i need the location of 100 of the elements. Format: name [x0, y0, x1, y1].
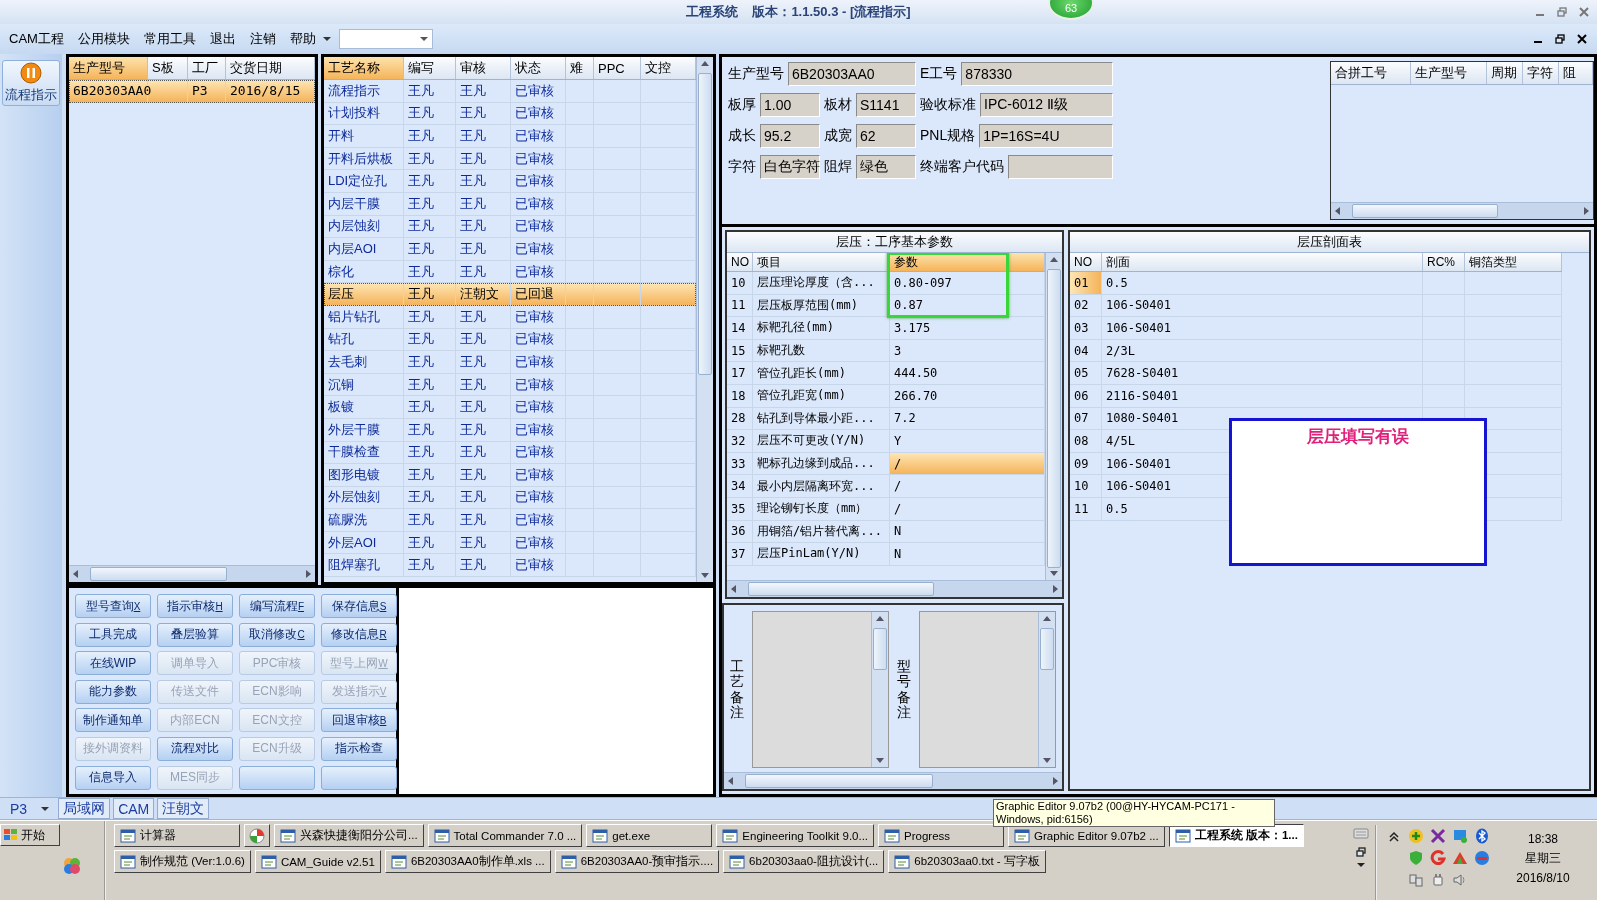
taskbar-button[interactable]: Engineering Toolkit 9.0...	[716, 824, 875, 847]
taskbar-button[interactable]: Total Commander 7.0 ...	[427, 824, 583, 847]
status-tab[interactable]: 汪朝文	[157, 798, 210, 819]
action-button[interactable]: 取消修改C	[239, 622, 315, 647]
table-cell[interactable]: 11	[1070, 497, 1102, 520]
column-header[interactable]: 周期	[1487, 62, 1523, 84]
taskbar-button[interactable]: 6b20303aa0-阻抗设计(...	[723, 850, 885, 873]
column-header[interactable]: RC%	[1423, 253, 1465, 271]
table-row[interactable]: 沉铜 王凡 王凡 已审核	[324, 373, 696, 397]
table-row[interactable]: 流程指示 王凡 王凡 已审核	[324, 80, 696, 103]
action-button[interactable]: 在线WIP	[75, 651, 151, 676]
table-row[interactable]: 干膜检查 王凡 王凡 已审核	[324, 441, 696, 465]
column-header[interactable]: 字符	[1523, 62, 1559, 84]
column-header[interactable]: 交货日期	[226, 57, 315, 79]
table-cell[interactable]: 10	[1070, 475, 1102, 497]
input-field[interactable]: 白色字符	[760, 155, 820, 179]
input-field[interactable]: 绿色	[856, 155, 916, 179]
action-button[interactable]: 编写流程F	[239, 594, 315, 618]
table-cell[interactable]: 08	[1070, 430, 1102, 452]
input-field[interactable]: 1.00	[760, 93, 820, 117]
input-field[interactable]: 95.2	[760, 124, 820, 148]
table-row[interactable]: 外层干膜 王凡 王凡 已审核	[324, 418, 696, 442]
column-header[interactable]: PPC	[594, 57, 641, 79]
table-cell[interactable]: 02	[1070, 294, 1102, 317]
table-row[interactable]: 内层蚀刻 王凡 王凡 已审核	[324, 215, 696, 239]
input-field[interactable]: S1141	[856, 93, 916, 117]
table-row[interactable]: 开料后烘板 王凡 王凡 已审核	[324, 147, 696, 171]
table-row[interactable]: 层压 王凡 汪朝文 已回退	[324, 283, 696, 306]
column-header[interactable]: 难	[566, 57, 594, 79]
action-button[interactable]: 流程对比	[157, 736, 233, 761]
menu-item[interactable]: CAM工程	[2, 28, 71, 50]
table-cell[interactable]: 04	[1070, 339, 1102, 362]
factory-dropdown[interactable]: P3	[4, 798, 56, 819]
input-field[interactable]: 878330	[961, 62, 1113, 86]
table-cell[interactable]: 03	[1070, 317, 1102, 339]
action-button[interactable]: 型号查询X	[75, 594, 151, 618]
input-field[interactable]: IPC-6012 Ⅱ级	[980, 93, 1113, 117]
taskbar-button[interactable]: 计算器	[114, 824, 240, 847]
action-button[interactable]: 保存信息S	[321, 594, 397, 618]
column-header[interactable]: 铜箔类型	[1465, 253, 1562, 271]
column-header[interactable]: 工厂	[188, 57, 226, 79]
table-row[interactable]: 图形电镀 王凡 王凡 已审核	[324, 464, 696, 487]
action-button[interactable]: 指示审核H	[157, 594, 233, 618]
action-button[interactable]: 回退审核B	[321, 708, 397, 733]
menu-item[interactable]: 注销	[242, 28, 283, 50]
table-cell[interactable]: 09	[1070, 452, 1102, 475]
status-tab[interactable]: 局域网	[58, 798, 111, 819]
column-header[interactable]: NO	[727, 253, 753, 271]
table-row[interactable]: 板镀 王凡 王凡 已审核	[324, 396, 696, 419]
input-field[interactable]: 1P=16S=4U	[979, 124, 1113, 148]
table-row[interactable]: LDI定位孔 王凡 王凡 已审核	[324, 170, 696, 193]
column-header[interactable]: 生产型号	[69, 57, 148, 79]
table-row[interactable]: 6B20303AA0 P3 2016/8/15	[69, 80, 315, 103]
menu-item[interactable]: 常用工具	[136, 28, 203, 50]
table-cell[interactable]: 07	[1070, 407, 1102, 430]
table-row[interactable]: 硫脲洗 王凡 王凡 已审核	[324, 509, 696, 532]
taskbar-button[interactable]: 6B20303AA0制作单.xls ...	[384, 850, 551, 873]
action-button[interactable]: 工具完成	[75, 622, 151, 647]
input-field[interactable]: 6B20303AA0	[788, 62, 916, 86]
taskbar-button[interactable]: CAM_Guide v2.51	[254, 850, 381, 873]
start-button[interactable]: 开始	[0, 824, 60, 846]
taskbar-button[interactable]: get.exe	[586, 824, 713, 847]
column-header[interactable]: 状态	[511, 57, 566, 79]
taskbar-button[interactable]: 制作规范 (Ver:1.0.6)	[114, 850, 251, 873]
table-row[interactable]: 计划投料 王凡 王凡 已审核	[324, 102, 696, 126]
column-header[interactable]: 审核	[456, 57, 511, 79]
column-header[interactable]: 合拼工号	[1331, 62, 1411, 84]
menu-item[interactable]: 退出	[202, 28, 243, 50]
column-header[interactable]: 剖面	[1102, 253, 1423, 271]
taskbar-button[interactable]: 6b20303aa0.txt - 写字板	[888, 850, 1046, 873]
taskbar-button[interactable]: Progress	[878, 824, 1005, 847]
column-header[interactable]: NO	[1070, 253, 1102, 271]
table-row[interactable]: 外层AOI 王凡 王凡 已审核	[324, 531, 696, 555]
table-cell[interactable]: /	[890, 452, 1045, 475]
table-cell[interactable]: 06	[1070, 384, 1102, 407]
column-header[interactable]: 生产型号	[1411, 62, 1487, 84]
column-header[interactable]: 阻	[1559, 62, 1593, 84]
table-row[interactable]: 阻焊塞孔 王凡 王凡 已审核	[324, 554, 696, 578]
action-button[interactable]: 制作通知单	[75, 708, 151, 733]
table-row[interactable]: 去毛刺 王凡 王凡 已审核	[324, 351, 696, 374]
table-row[interactable]: 外层蚀刻 王凡 王凡 已审核	[324, 486, 696, 510]
action-button[interactable]: 修改信息R	[321, 622, 397, 647]
input-field[interactable]: 62	[856, 124, 916, 148]
action-button[interactable]: 叠层验算	[157, 622, 233, 647]
taskbar-button[interactable]: 兴森快捷衡阳分公司...	[274, 824, 424, 847]
action-button[interactable]: 指示检查	[321, 736, 397, 761]
table-row[interactable]: 内层干膜 王凡 王凡 已审核	[324, 192, 696, 216]
table-row[interactable]: 内层AOI 王凡 王凡 已审核	[324, 238, 696, 261]
menu-item[interactable]: 帮助	[282, 28, 323, 50]
table-row[interactable]: 钻孔 王凡 王凡 已审核	[324, 328, 696, 352]
taskbar-button[interactable]: 6B20303AA0-预审指示....	[554, 850, 720, 873]
action-button[interactable]: 信息导入	[75, 765, 151, 790]
status-tab[interactable]: CAM	[113, 798, 155, 819]
action-button[interactable]: 能力参数	[75, 679, 151, 704]
table-row[interactable]: 开料 王凡 王凡 已审核	[324, 125, 696, 148]
side-button[interactable]: 流程指示	[2, 60, 60, 106]
column-header[interactable]: 工艺名称	[324, 57, 404, 79]
column-header[interactable]: S板	[148, 57, 188, 79]
table-row[interactable]: 铝片钻孔 王凡 王凡 已审核	[324, 305, 696, 329]
menu-item[interactable]: 公用模块	[70, 28, 137, 50]
